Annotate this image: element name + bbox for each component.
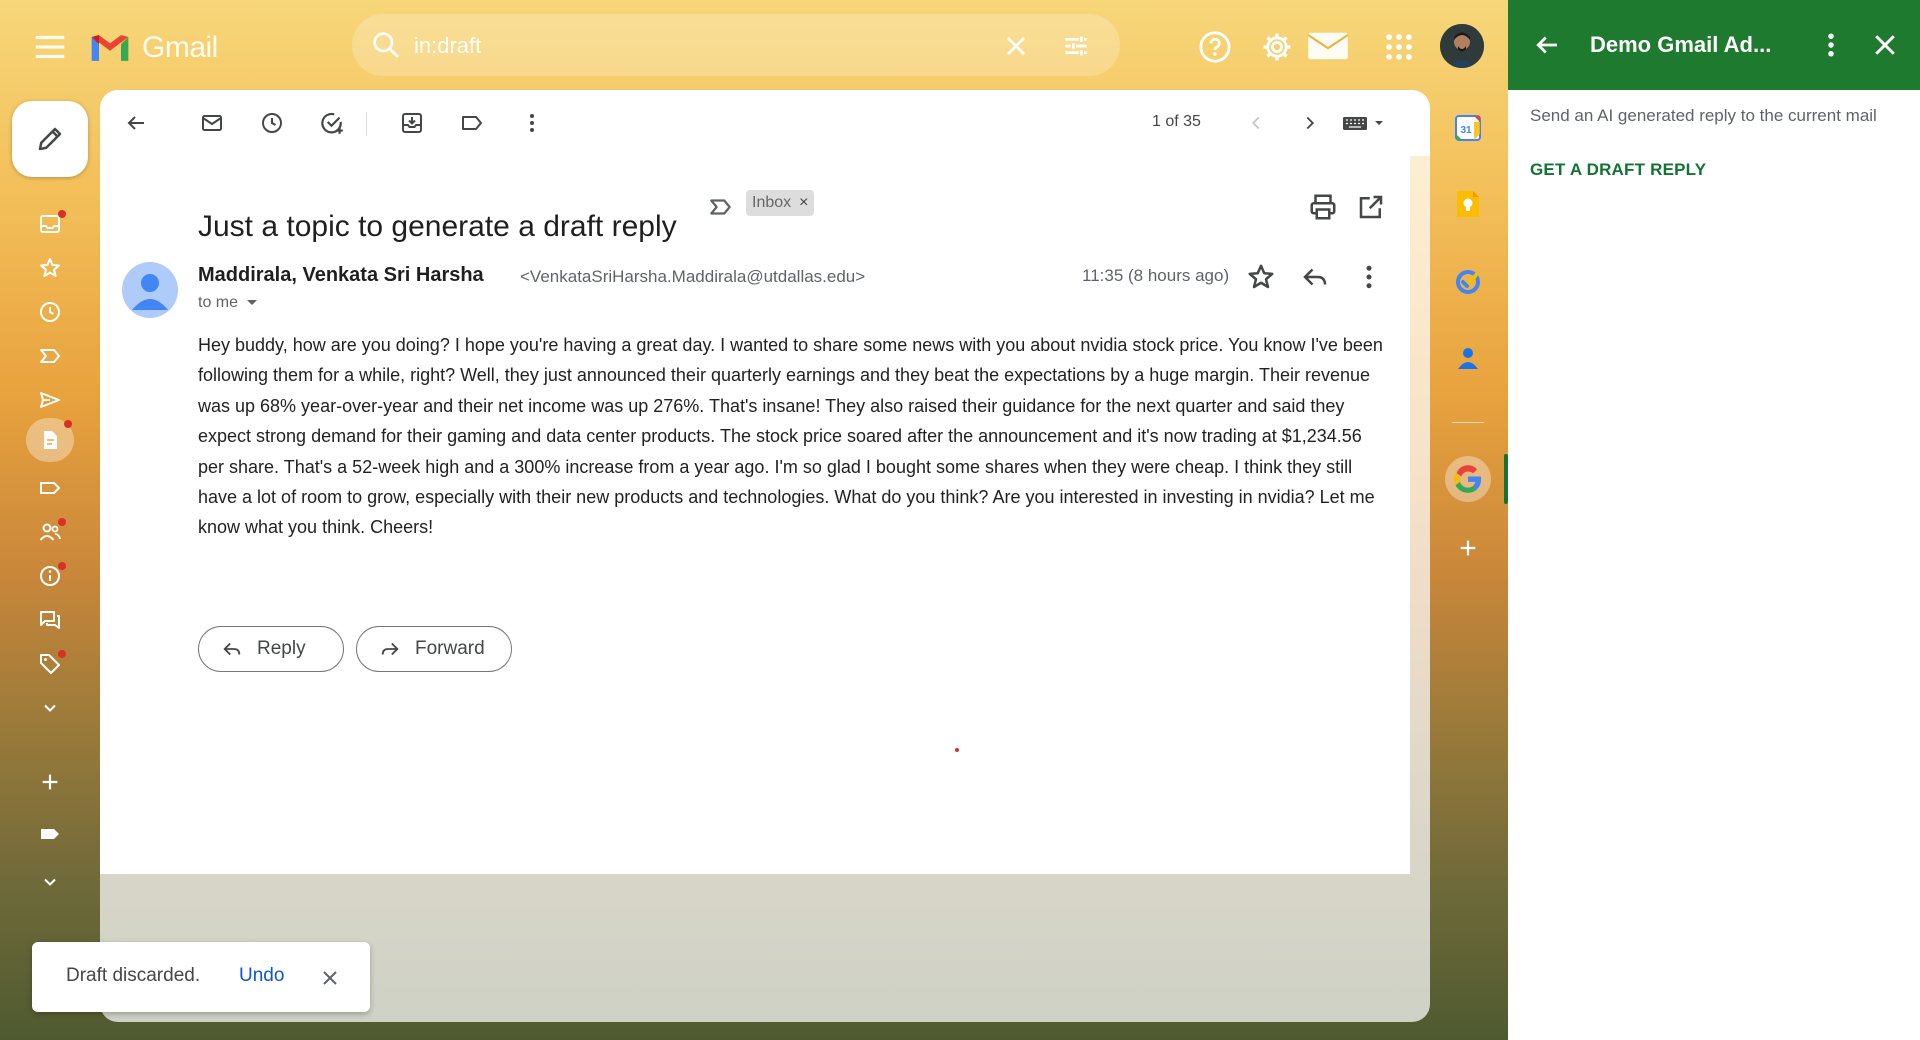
addon-title: Demo Gmail Ad... [1590,32,1772,57]
gmail-logo[interactable]: Gmail [88,28,218,68]
forward-icon [381,642,399,656]
addon-close-icon[interactable] [1870,30,1900,60]
label-outline-icon[interactable] [30,472,70,504]
unread-dot [58,518,66,526]
sent-icon[interactable] [30,384,70,416]
snoozed-clock-icon[interactable] [30,296,70,328]
forward-button[interactable]: Forward [356,626,512,672]
mail-envelope-icon[interactable] [1306,28,1350,64]
drafts-icon[interactable] [26,418,74,462]
message-body: Hey buddy, how are you doing? I hope you… [198,335,1383,538]
search-input[interactable] [412,28,976,64]
search-options-icon[interactable] [1060,30,1092,62]
reply-arrow-icon[interactable] [1300,262,1330,292]
message-toolbar: 1 of 35 [100,90,1430,156]
unread-dot [58,562,66,570]
addon-side-panel: Demo Gmail Ad... Send an AI generated re… [1508,0,1920,1040]
help-icon[interactable] [1198,30,1232,64]
label-icon[interactable] [456,107,488,139]
unread-dot [58,650,66,658]
get-addons-plus-icon[interactable] [1452,532,1484,564]
expand-labels-icon[interactable] [30,866,70,898]
promotions-tag-icon[interactable] [30,648,70,680]
reply-label: Reply [257,638,306,659]
toast-close-icon[interactable] [318,966,342,990]
tasks-icon[interactable] [1452,266,1484,298]
compose-pencil-icon [38,127,62,151]
inbox-chip-label: Inbox [752,194,792,211]
main-menu-icon[interactable] [28,28,72,66]
more-options-icon[interactable] [516,107,548,139]
google-addon-icon[interactable] [1445,456,1491,502]
inbox-icon[interactable] [30,208,70,240]
reply-icon [223,642,241,656]
info-icon[interactable] [30,560,70,592]
message-timestamp: 11:35 (8 hours ago) [1082,266,1230,285]
sender-avatar[interactable] [122,262,178,318]
forward-label: Forward [415,638,485,659]
calendar-day: 31 [1460,125,1472,136]
recipient-details[interactable]: to me [198,294,258,312]
add-to-tasks-icon[interactable] [316,107,348,139]
clear-search-icon[interactable] [1000,30,1032,62]
starred-icon[interactable] [30,252,70,284]
reply-button[interactable]: Reply [198,626,344,672]
mark-unread-envelope-icon[interactable] [196,107,228,139]
message-content: Just a topic to generate a draft reply I… [100,156,1410,874]
dropdown-arrow-icon [247,300,258,305]
settings-gear-icon[interactable] [1260,30,1294,64]
snooze-clock-icon[interactable] [256,107,288,139]
star-icon[interactable] [1246,262,1276,292]
more-vertical-icon[interactable] [1354,262,1384,292]
toolbar-divider [366,112,367,136]
contacts-people-icon[interactable] [30,516,70,548]
contacts-icon[interactable] [1452,342,1484,374]
addon-description: Send an AI generated reply to the curren… [1530,106,1877,125]
newer-chevron-left-icon[interactable] [1240,107,1272,139]
input-tools-keyboard-icon[interactable] [1340,107,1390,139]
unread-dot [64,420,72,428]
rail-divider [1452,422,1484,423]
get-draft-reply-button[interactable]: GET A DRAFT REPLY [1530,160,1706,180]
undo-button[interactable]: Undo [239,965,284,987]
older-chevron-right-icon[interactable] [1294,107,1326,139]
add-label-icon[interactable] [30,766,70,798]
toast-message: Draft discarded. [66,965,201,986]
gmail-m-icon [91,35,129,61]
open-in-new-window-icon[interactable] [1356,192,1386,222]
label-filled-icon[interactable] [30,818,70,850]
recipient-text: to me [198,294,239,311]
addon-back-arrow-icon[interactable] [1532,30,1562,60]
top-bar: Gmail [0,0,1508,90]
addon-header: Demo Gmail Ad... [1508,0,1920,90]
compose-button[interactable] [12,101,88,177]
print-icon[interactable] [1308,192,1338,222]
keep-icon[interactable] [1452,188,1484,220]
addon-more-vertical-icon[interactable] [1816,30,1846,60]
expand-more-icon[interactable] [30,692,70,724]
cursor-dot [955,748,959,752]
apps-grid-icon[interactable] [1382,30,1416,64]
important-icon[interactable] [30,340,70,372]
message-subject: Just a topic to generate a draft reply [198,210,677,244]
sender-email: <VenkataSriHarsha.Maddirala@utdallas.edu… [520,267,866,286]
forum-icon[interactable] [30,604,70,636]
calendar-icon[interactable]: 31 [1452,112,1484,144]
left-nav-rail [0,92,100,1040]
message-view-card: 1 of 35 Just a topic to generate a draft… [100,90,1430,1022]
account-avatar[interactable] [1440,24,1484,68]
inbox-label-chip: Inbox × [746,190,815,216]
pagination-count: 1 of 35 [1152,113,1201,130]
sender-name[interactable]: Maddirala, Venkata Sri Harsha [198,264,484,287]
back-arrow-icon[interactable] [120,107,152,139]
remove-label-button[interactable]: × [799,194,808,212]
search-icon[interactable] [370,29,402,61]
snackbar-toast: Draft discarded. Undo [32,942,370,1012]
importance-marker-icon[interactable] [708,194,734,220]
unread-dot [58,210,66,218]
gmail-wordmark: Gmail [142,31,218,64]
search-bar[interactable] [352,14,1120,76]
move-to-inbox-icon[interactable] [396,107,428,139]
side-panel-rail: 31 [1428,92,1508,1040]
